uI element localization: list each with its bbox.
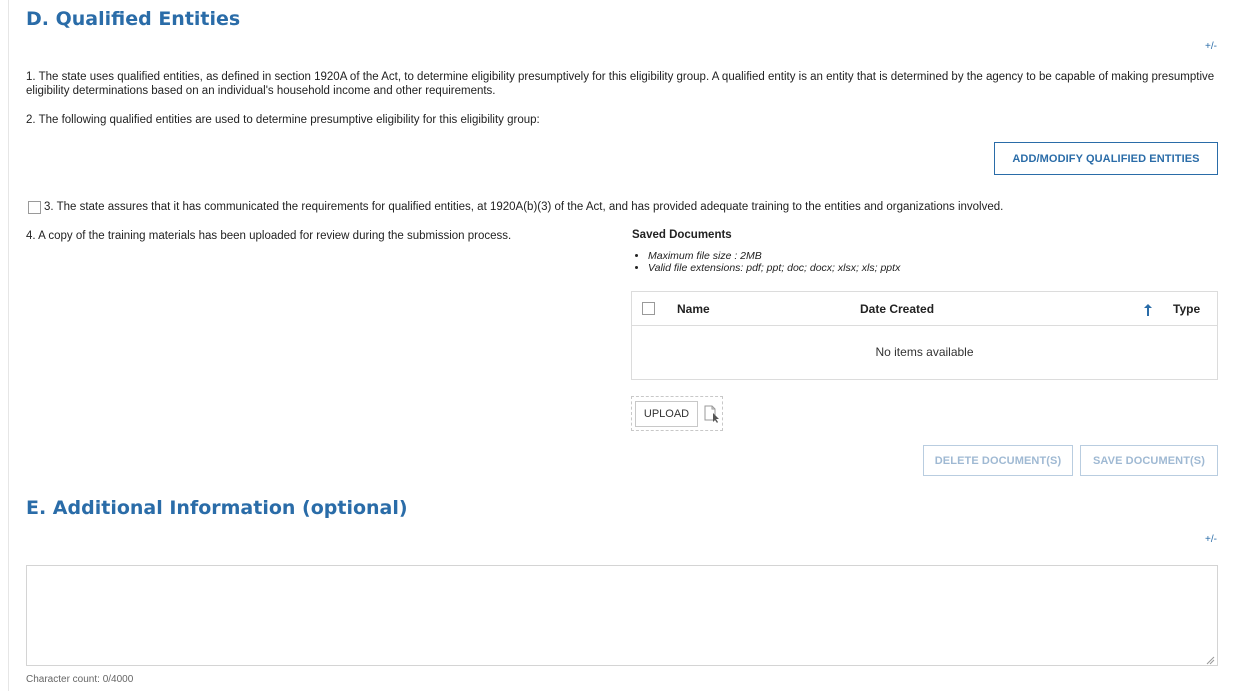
arrow-up-icon[interactable] xyxy=(1144,303,1152,321)
left-border xyxy=(8,0,9,691)
column-type[interactable]: Type xyxy=(1173,302,1200,316)
no-items-message: No items available xyxy=(875,345,974,359)
character-count: Character count: 0/4000 xyxy=(26,674,134,685)
file-drop-icon xyxy=(704,405,720,428)
resize-grip-icon[interactable] xyxy=(1206,652,1215,665)
valid-extensions-note: Valid file extensions: pdf; ppt; doc; do… xyxy=(648,262,900,274)
section-d-heading: D. Qualified Entities xyxy=(26,8,241,30)
section-d-toggle[interactable]: +/- xyxy=(1205,41,1217,52)
documents-table: Name Date Created Type No items availabl… xyxy=(631,291,1218,380)
item-3-checkbox[interactable] xyxy=(28,201,41,214)
additional-information-textarea[interactable] xyxy=(26,565,1218,666)
item-3-text: 3. The state assures that it has communi… xyxy=(44,201,1004,213)
documents-table-header: Name Date Created Type xyxy=(632,292,1217,326)
item-1-text: 1. The state uses qualified entities, as… xyxy=(26,71,1215,97)
select-all-checkbox[interactable] xyxy=(642,302,655,315)
document-rules-list: Maximum file size : 2MB Valid file exten… xyxy=(636,250,900,274)
column-date-created[interactable]: Date Created xyxy=(860,302,934,316)
item-4-text: 4. A copy of the training materials has … xyxy=(26,230,512,242)
section-e-toggle[interactable]: +/- xyxy=(1205,534,1217,545)
upload-button[interactable]: UPLOAD xyxy=(635,401,698,427)
saved-documents-title: Saved Documents xyxy=(632,229,732,241)
section-e-heading: E. Additional Information (optional) xyxy=(26,497,408,519)
column-name[interactable]: Name xyxy=(677,302,710,316)
upload-dropzone[interactable]: UPLOAD xyxy=(631,396,723,431)
item-2-text: 2. The following qualified entities are … xyxy=(26,114,540,126)
max-file-size-note: Maximum file size : 2MB xyxy=(648,250,900,262)
delete-documents-button[interactable]: DELETE DOCUMENT(S) xyxy=(923,445,1073,476)
save-documents-button[interactable]: SAVE DOCUMENT(S) xyxy=(1080,445,1218,476)
add-modify-qualified-entities-button[interactable]: ADD/MODIFY QUALIFIED ENTITIES xyxy=(994,142,1218,175)
